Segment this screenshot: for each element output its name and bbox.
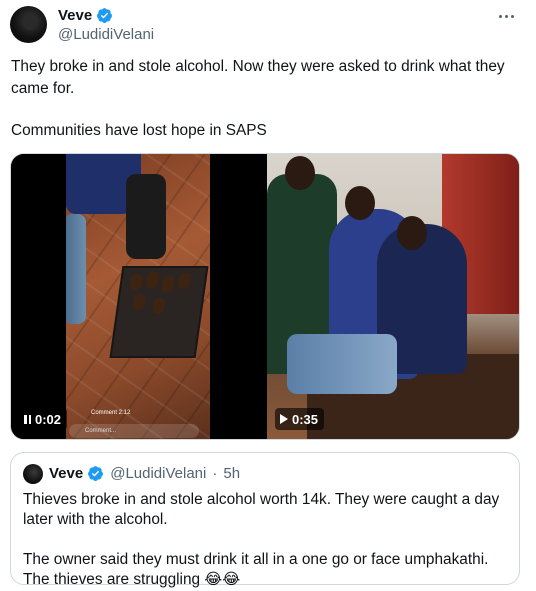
- video-left-frame: [66, 154, 210, 439]
- author-avatar[interactable]: [10, 6, 47, 43]
- overlay-live-text: Comment 2:12: [91, 410, 131, 416]
- more-options-icon[interactable]: [494, 6, 518, 26]
- video-time: 0:02: [35, 411, 62, 427]
- verified-badge-icon: [88, 466, 104, 481]
- quoted-text-line: Thieves broke in and stole alcohol worth…: [23, 491, 500, 528]
- quoted-time-ago: 5h: [223, 465, 241, 482]
- quoted-tweet-header: Veve @LudidiVelani · 5h: [49, 465, 240, 482]
- meta-separator: ·: [212, 465, 218, 482]
- verified-badge-icon: [97, 8, 113, 23]
- play-icon: [280, 414, 288, 424]
- quoted-text-line: The owner said they must drink it all in…: [23, 551, 489, 588]
- quoted-author-name: Veve: [49, 465, 84, 482]
- video-right-timestamp[interactable]: 0:35: [275, 408, 325, 430]
- quoted-tweet[interactable]: Veve @LudidiVelani · 5h Thieves broke in…: [10, 452, 520, 588]
- video-left[interactable]: Comment 2:12 Comment... 0:02: [11, 154, 265, 439]
- quoted-author-avatar: [23, 464, 43, 484]
- video-time: 0:35: [292, 411, 319, 427]
- overlay-comment-box: Comment...: [69, 424, 199, 438]
- author-name-row: Veve: [58, 7, 113, 24]
- tweet-text: They broke in and stole alcohol. Now the…: [11, 56, 526, 142]
- pause-icon: [24, 414, 31, 424]
- author-name[interactable]: Veve: [58, 7, 92, 24]
- quoted-tweet-text: Thieves broke in and stole alcohol worth…: [23, 490, 513, 590]
- quoted-author-handle: @LudidiVelani: [110, 465, 207, 482]
- video-left-timestamp[interactable]: 0:02: [19, 408, 68, 430]
- author-handle[interactable]: @LudidiVelani: [58, 26, 154, 43]
- video-right[interactable]: 0:35: [267, 154, 519, 439]
- media-grid: Comment 2:12 Comment... 0:02 0:35: [10, 153, 520, 440]
- tweet-text-line: Communities have lost hope in SAPS: [11, 122, 267, 139]
- tweet-text-line: They broke in and stole alcohol. Now the…: [11, 58, 505, 97]
